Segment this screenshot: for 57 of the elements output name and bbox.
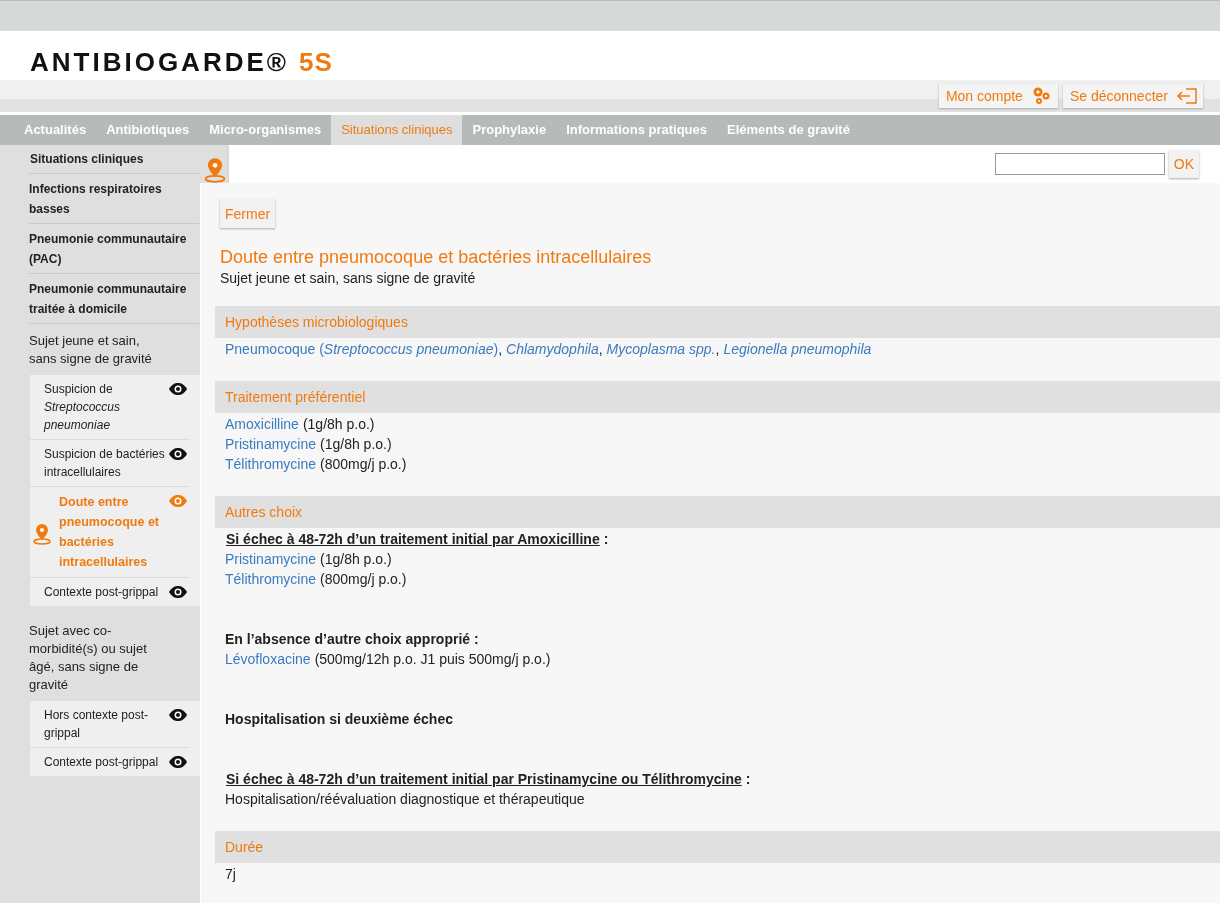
dose-text: (1g/8h p.o.) xyxy=(320,550,392,569)
logout-icon xyxy=(1176,87,1198,105)
separator-text: , xyxy=(498,340,503,359)
close-button[interactable]: Fermer xyxy=(220,199,276,228)
eye-icon[interactable] xyxy=(168,755,188,769)
section-header: Traitement préférentiel xyxy=(215,381,1220,413)
bold-heading: En l’absence d’autre choix approprié : xyxy=(225,630,480,649)
eye-icon[interactable] xyxy=(168,585,188,599)
body-text: Hospitalisation/réévaluation diagnostique et thérapeutique xyxy=(225,790,586,809)
drug-link[interactable]: Télithromycine xyxy=(225,454,317,474)
drug-link[interactable]: Pristinamycine xyxy=(225,434,317,454)
submenu-link[interactable]: Suspicion de bactéries intracellulaires xyxy=(44,445,168,481)
submenu-link[interactable]: Doute entre pneumocoque et bactéries intracellulaires xyxy=(44,492,168,572)
dose-text: (800mg/j p.o.) xyxy=(320,570,407,589)
drug-link[interactable]: Pristinamycine xyxy=(225,549,317,569)
location-pin-icon xyxy=(33,523,51,545)
dose-text: (1g/8h p.o.) xyxy=(302,415,375,434)
submenu-link[interactable]: Contexte post-grippal xyxy=(44,583,168,601)
colon-text: : xyxy=(603,530,609,549)
section-header: Durée xyxy=(215,831,1220,863)
sidebar-item[interactable]: Situations cliniques xyxy=(29,145,199,174)
dose-text: (800mg/j p.o.) xyxy=(320,455,407,474)
sidebar-item[interactable]: Sujet avec co-morbidité(s) ou sujet âgé, sans signe de gravité xyxy=(29,614,199,701)
separator-text: , xyxy=(715,340,720,359)
eye-icon[interactable] xyxy=(168,382,188,396)
separator-text: , xyxy=(598,340,603,359)
body-text: 7j xyxy=(225,865,237,884)
eye-icon[interactable] xyxy=(168,708,188,722)
section-header: Hypothèses microbiologiques xyxy=(215,306,1220,338)
sidebar-item[interactable]: Pneumonie communautaire traitée à domicile xyxy=(29,274,199,324)
organism-link[interactable]: Mycoplasma spp. xyxy=(606,339,716,359)
submenu-link[interactable]: Suspicion de Streptococcus pneumoniae xyxy=(44,380,168,434)
submenu-link[interactable]: Contexte post-grippal xyxy=(44,753,168,771)
eye-icon[interactable] xyxy=(168,447,188,461)
search-button[interactable]: OK xyxy=(1168,150,1199,178)
condition-heading: Si échec à 48-72h d’un traitement initial par Pristinamycine ou Télithromycine xyxy=(226,770,743,789)
submenu-link[interactable]: Hors contexte post-grippal xyxy=(44,706,168,742)
dose-text: (1g/8h p.o.) xyxy=(320,435,392,454)
search-field[interactable] xyxy=(994,153,1165,175)
drug-link[interactable]: Lévofloxacine xyxy=(225,649,311,669)
dose-text: (500mg/12h p.o. J1 puis 500mg/j p.o.) xyxy=(314,650,551,669)
sidebar-item[interactable]: Infections respiratoires basses xyxy=(29,174,199,224)
colon-text: : xyxy=(745,770,751,789)
sidebar-item[interactable]: Pneumonie communautaire (PAC) xyxy=(29,224,199,274)
section-header: Autres choix xyxy=(215,496,1220,528)
page-subtitle: Sujet jeune et sain, sans signe de gravité xyxy=(220,270,477,286)
organism-link[interactable]: Legionella pneumophila xyxy=(723,339,872,359)
site-logo[interactable]: ANTIBIOGARDE® 5S xyxy=(30,47,333,80)
bold-heading: Hospitalisation si deuxième échec xyxy=(225,710,454,729)
sidebar-item[interactable]: Sujet jeune et sain, sans signe de gravité xyxy=(29,324,199,375)
condition-heading: Si échec à 48-72h d’un traitement initial par Amoxicilline xyxy=(226,530,601,549)
logout-button[interactable]: Se déconnecter xyxy=(1062,84,1203,108)
page-title: Doute entre pneumocoque et bactéries intracellulaires xyxy=(220,246,653,268)
account-button[interactable]: Mon compte xyxy=(938,84,1058,108)
drug-link[interactable]: Amoxicilline xyxy=(225,414,299,434)
drug-link[interactable]: Télithromycine xyxy=(225,569,317,589)
organism-link[interactable]: Chlamydophila xyxy=(506,339,599,359)
